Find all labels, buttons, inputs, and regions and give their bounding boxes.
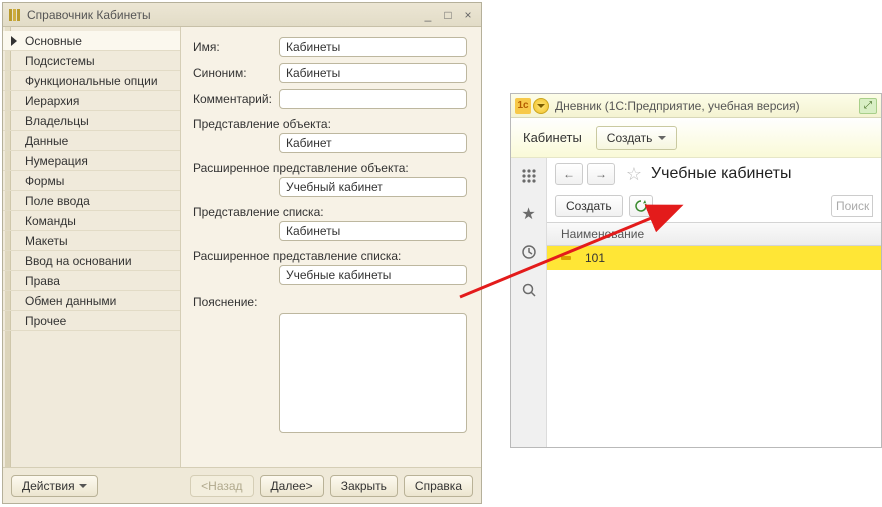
obj-repr-ext-label: Расширенное представление объекта: xyxy=(193,161,467,175)
expand-button[interactable]: ⤢ xyxy=(859,98,877,114)
tab-label: Прочее xyxy=(25,314,66,328)
name-input[interactable] xyxy=(279,37,467,57)
back-button: <Назад xyxy=(190,475,253,497)
form-column: Имя: Синоним: Комментарий: Представление… xyxy=(181,27,481,467)
tabs-column: Основные Подсистемы Функциональные опции… xyxy=(3,27,181,467)
list-toolbar: Создать Поиск xyxy=(547,190,881,222)
tab-label: Обмен данными xyxy=(25,294,116,308)
tab-label: Формы xyxy=(25,174,64,188)
tab-label: Владельцы xyxy=(25,114,89,128)
tab-templates[interactable]: Макеты xyxy=(3,231,180,251)
comment-input[interactable] xyxy=(279,89,467,109)
row-icon xyxy=(561,256,571,260)
maximize-button[interactable]: □ xyxy=(439,7,457,23)
nav-row: ← → ☆ Учебные кабинеты xyxy=(547,158,881,190)
tab-data[interactable]: Данные xyxy=(3,131,180,151)
next-button[interactable]: Далее> xyxy=(260,475,324,497)
tab-exchange[interactable]: Обмен данными xyxy=(3,291,180,311)
list-repr-label: Представление списка: xyxy=(193,205,467,219)
tab-label: Иерархия xyxy=(25,94,79,108)
tab-label: Макеты xyxy=(25,234,68,248)
tab-commands[interactable]: Команды xyxy=(3,211,180,231)
obj-repr-label: Представление объекта: xyxy=(193,117,467,131)
runtime-window: 1c Дневник (1С:Предприятие, учебная верс… xyxy=(510,93,882,448)
work-area: ← → ☆ Учебные кабинеты Создать Поиск Наи… xyxy=(547,158,881,447)
chevron-down-icon xyxy=(658,136,666,140)
nav-forward-button[interactable]: → xyxy=(587,163,615,185)
sidebar: ★ xyxy=(511,158,547,447)
search-input[interactable]: Поиск xyxy=(831,195,873,217)
create-label: Создать xyxy=(607,131,653,145)
tab-label: Поле ввода xyxy=(25,194,90,208)
tab-main[interactable]: Основные xyxy=(3,31,180,51)
list-repr-ext-label: Расширенное представление списка: xyxy=(193,249,467,263)
tab-label: Данные xyxy=(25,134,68,148)
cabinets-link[interactable]: Кабинеты xyxy=(523,130,582,145)
dropdown-round-button[interactable] xyxy=(533,98,549,114)
synonym-label: Синоним: xyxy=(193,66,279,80)
actions-label: Действия xyxy=(22,479,75,493)
list-repr-input[interactable] xyxy=(279,221,467,241)
explain-textarea[interactable] xyxy=(279,313,467,433)
minimize-button[interactable]: _ xyxy=(419,7,437,23)
help-button[interactable]: Справка xyxy=(404,475,473,497)
grid-header[interactable]: Наименование xyxy=(547,222,881,246)
tab-label: Подсистемы xyxy=(25,54,95,68)
tab-func-options[interactable]: Функциональные опции xyxy=(3,71,180,91)
tab-label: Команды xyxy=(25,214,76,228)
tab-rights[interactable]: Права xyxy=(3,271,180,291)
tab-input-field[interactable]: Поле ввода xyxy=(3,191,180,211)
apps-icon[interactable] xyxy=(519,166,539,186)
tab-label: Права xyxy=(25,274,60,288)
arrow-right-icon: → xyxy=(595,167,607,181)
tab-input-based[interactable]: Ввод на основании xyxy=(3,251,180,271)
list-create-button[interactable]: Создать xyxy=(555,195,623,217)
app-toolbar: Кабинеты Создать xyxy=(511,118,881,158)
tab-other[interactable]: Прочее xyxy=(3,311,180,331)
list-repr-ext-input[interactable] xyxy=(279,265,467,285)
designer-window: Справочник Кабинеты _ □ × Основные Подси… xyxy=(2,2,482,504)
tab-label: Ввод на основании xyxy=(25,254,132,268)
runtime-title: Дневник (1С:Предприятие, учебная версия) xyxy=(555,99,859,113)
actions-button[interactable]: Действия xyxy=(11,475,98,497)
history-icon[interactable] xyxy=(519,242,539,262)
designer-title: Справочник Кабинеты xyxy=(27,8,417,22)
tab-numeration[interactable]: Нумерация xyxy=(3,151,180,171)
tab-label: Основные xyxy=(25,34,82,48)
refresh-icon xyxy=(634,199,648,213)
chevron-down-icon xyxy=(79,484,87,488)
breadcrumb: Учебные кабинеты xyxy=(651,165,791,183)
1c-logo-icon: 1c xyxy=(515,98,531,114)
obj-repr-input[interactable] xyxy=(279,133,467,153)
cell-name: 101 xyxy=(585,251,605,265)
tab-label: Функциональные опции xyxy=(25,74,158,88)
search-icon[interactable] xyxy=(519,280,539,300)
comment-label: Комментарий: xyxy=(193,92,279,106)
tab-hierarchy[interactable]: Иерархия xyxy=(3,91,180,111)
close-button[interactable]: × xyxy=(459,7,477,23)
refresh-button[interactable] xyxy=(629,195,653,217)
runtime-titlebar: 1c Дневник (1С:Предприятие, учебная верс… xyxy=(511,94,881,118)
favorite-icon[interactable]: ☆ xyxy=(623,164,645,185)
close-dialog-button[interactable]: Закрыть xyxy=(330,475,398,497)
tab-owners[interactable]: Владельцы xyxy=(3,111,180,131)
explain-label: Пояснение: xyxy=(193,295,467,309)
name-label: Имя: xyxy=(193,40,279,54)
arrow-left-icon: ← xyxy=(563,167,575,181)
toolbar-create-button[interactable]: Создать xyxy=(596,126,678,150)
tab-label: Нумерация xyxy=(25,154,88,168)
star-icon[interactable]: ★ xyxy=(519,204,539,224)
catalog-icon xyxy=(7,7,23,23)
synonym-input[interactable] xyxy=(279,63,467,83)
nav-back-button[interactable]: ← xyxy=(555,163,583,185)
obj-repr-ext-input[interactable] xyxy=(279,177,467,197)
tab-subsystems[interactable]: Подсистемы xyxy=(3,51,180,71)
designer-titlebar: Справочник Кабинеты _ □ × xyxy=(3,3,481,27)
footer: Действия <Назад Далее> Закрыть Справка xyxy=(3,467,481,503)
col-name: Наименование xyxy=(561,227,644,241)
table-row[interactable]: 101 xyxy=(547,246,881,270)
search-placeholder: Поиск xyxy=(836,199,869,213)
expand-icon: ⤢ xyxy=(864,100,872,111)
tab-forms[interactable]: Формы xyxy=(3,171,180,191)
